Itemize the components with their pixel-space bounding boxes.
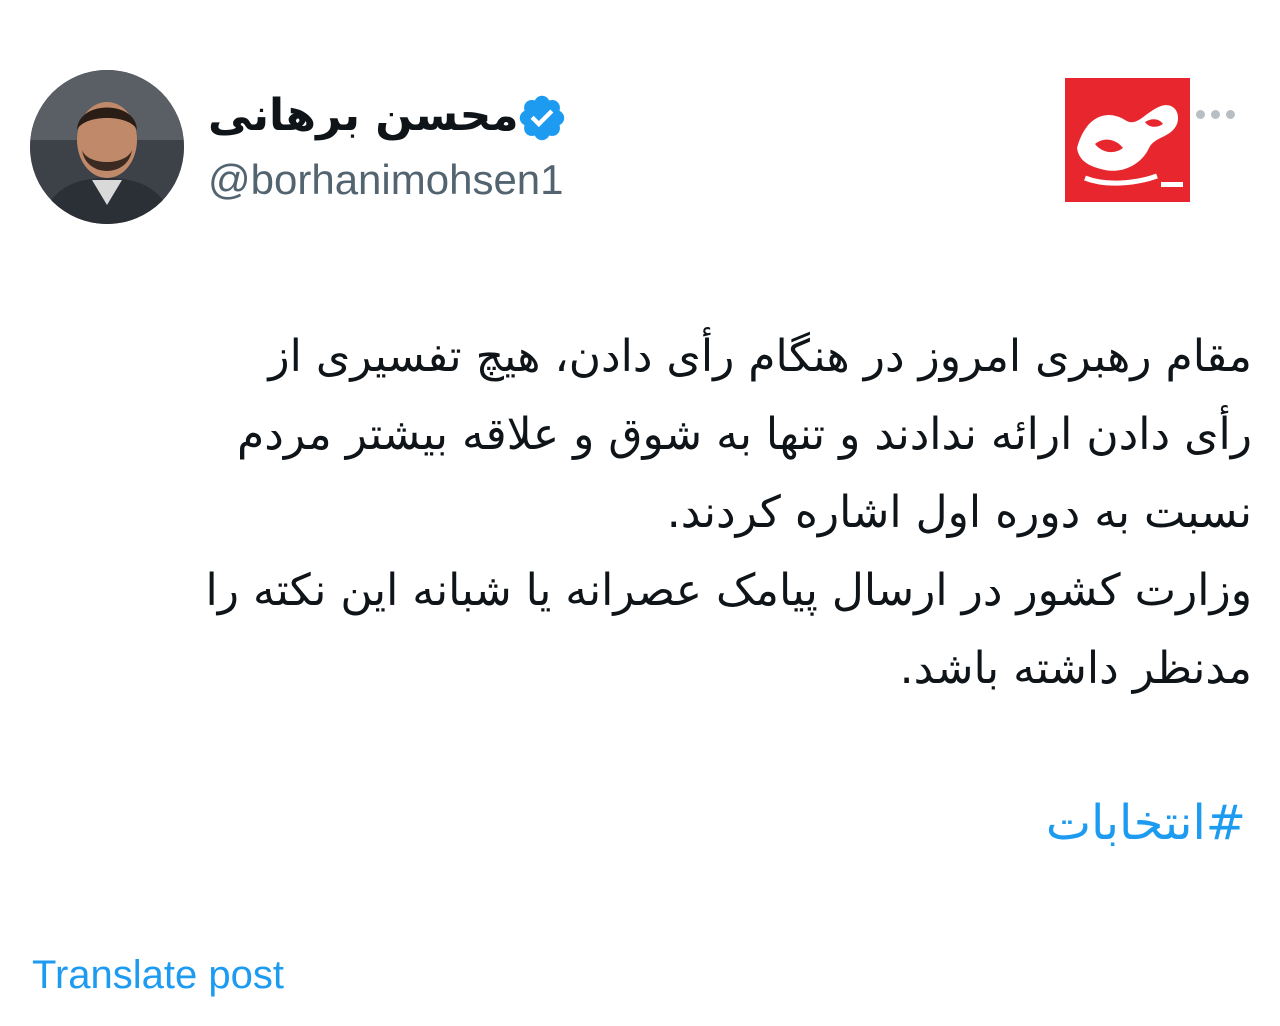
- more-dot: [1196, 109, 1205, 119]
- post-text-line: مقام رهبری امروز در هنگام رأی دادن، هیچ …: [268, 331, 1252, 382]
- avatar[interactable]: [30, 70, 184, 224]
- author-display-name[interactable]: محسن برهانی: [208, 86, 519, 146]
- post-text-line: نسبت به دوره اول اشاره کردند.: [666, 487, 1252, 538]
- more-dot: [1226, 109, 1235, 119]
- mihan-logo-mark: [1065, 78, 1190, 202]
- post-text: مقام رهبری امروز در هنگام رأی دادن، هیچ …: [28, 318, 1252, 708]
- more-dot: [1211, 109, 1220, 119]
- translate-post-link[interactable]: Translate post: [32, 948, 284, 1002]
- verified-badge-icon: [519, 95, 565, 141]
- avatar-photo: [30, 70, 184, 224]
- hashtag-link[interactable]: #انتخابات: [1046, 790, 1246, 856]
- newspaper-logo: [1065, 78, 1190, 202]
- post-text-line: رأی دادن ارائه ندادند و تنها به شوق و عل…: [237, 409, 1252, 460]
- author-handle[interactable]: @borhanimohsen1: [208, 152, 564, 208]
- more-options-icon[interactable]: [1196, 104, 1246, 124]
- post-text-line: مدنظر داشته باشد.: [899, 643, 1252, 694]
- post-text-line: وزارت کشور در ارسال پیامک عصرانه یا شبان…: [205, 565, 1252, 616]
